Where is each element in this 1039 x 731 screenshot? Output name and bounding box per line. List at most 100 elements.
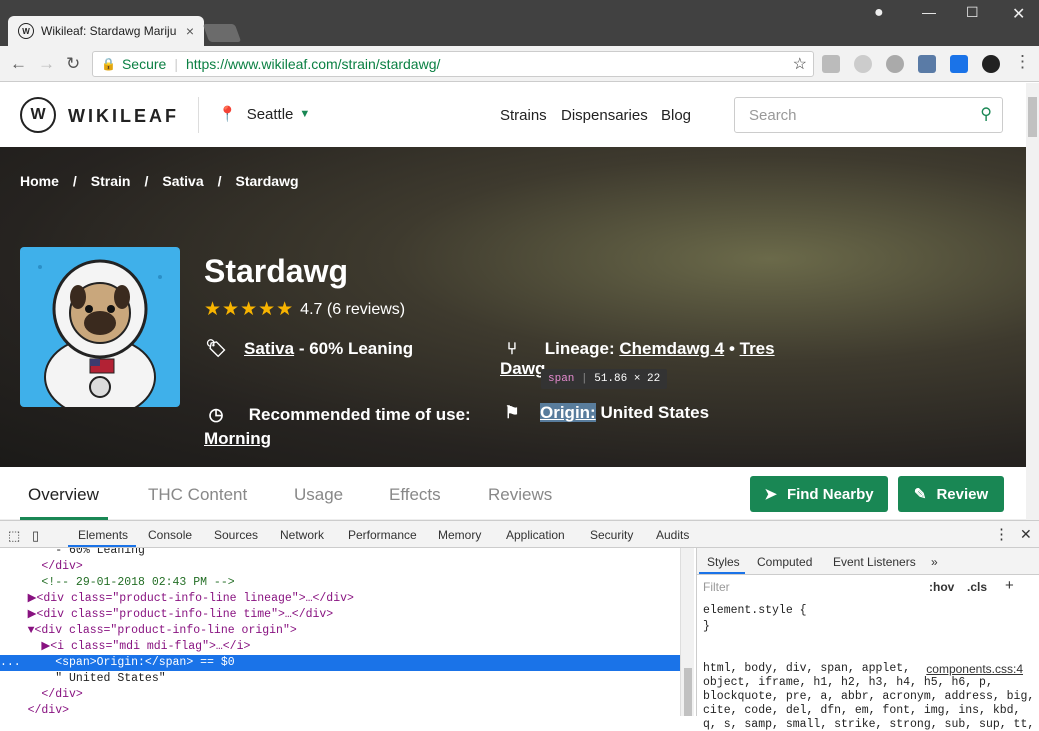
inspect-element-icon[interactable]: ⬚	[8, 528, 20, 544]
devtools-tab-network[interactable]: Network	[280, 528, 324, 542]
extension-j-icon[interactable]	[822, 55, 840, 73]
elements-scrollbar[interactable]	[680, 548, 694, 716]
dom-tree-line[interactable]: </div>	[0, 703, 680, 716]
devtools-close-icon[interactable]: ✕	[1020, 526, 1032, 543]
breadcrumb-strain[interactable]: Strain	[91, 173, 131, 189]
url-text[interactable]: https://www.wikileaf.com/strain/stardawg…	[186, 56, 440, 72]
time-of-use-label: Recommended time of use:	[248, 405, 471, 424]
logo-text[interactable]: WIKILEAF	[68, 106, 179, 127]
breadcrumb: Home / Strain / Sativa / Stardawg	[20, 173, 313, 189]
strain-rating[interactable]: ★★★★★ 4.7 (6 reviews)	[204, 298, 405, 321]
search-input[interactable]: Search ⚲	[734, 97, 1003, 133]
wikileaf-logo-icon[interactable]: W	[20, 97, 56, 133]
styles-filter-input[interactable]: Filter	[703, 580, 730, 594]
nav-strains[interactable]: Strains	[500, 107, 547, 124]
devtools-tab-audits[interactable]: Audits	[656, 528, 689, 542]
devtools-tab-security[interactable]: Security	[590, 528, 633, 542]
tab-title: Wikileaf: Stardawg Mariju	[41, 24, 177, 38]
minimize-icon[interactable]: —	[922, 4, 936, 20]
time-of-use-link[interactable]: Morning	[204, 429, 271, 448]
dom-tree-line[interactable]: ▶<div class="product-info-line lineage">…	[0, 591, 680, 607]
nav-dispensaries[interactable]: Dispensaries	[561, 107, 648, 124]
dom-tree-line[interactable]: " United States"	[0, 671, 680, 687]
close-window-icon[interactable]: ✕	[1012, 4, 1025, 24]
styles-tab-computed[interactable]: Computed	[757, 555, 812, 569]
dom-tree-line[interactable]: ▼<div class="product-info-line origin">	[0, 623, 680, 639]
dom-tree-line[interactable]: - 60% Leaning	[0, 548, 680, 559]
find-nearby-button[interactable]: ➤ Find Nearby	[750, 476, 888, 512]
css-selector-line: q, s, samp, small, strike, strong, sub, …	[703, 718, 1035, 731]
profile-icon[interactable]: ●	[874, 4, 884, 22]
location-label: Seattle	[246, 105, 294, 123]
address-bar[interactable]: 🔒 Secure | https://www.wikileaf.com/stra…	[92, 51, 814, 77]
elements-scrollbar-thumb[interactable]	[684, 668, 692, 716]
devtools-tab-console[interactable]: Console	[148, 528, 192, 542]
element-style-rule[interactable]: element.style {	[703, 604, 807, 617]
forward-icon[interactable]: →	[38, 54, 55, 74]
breadcrumb-current: Stardawg	[235, 173, 299, 189]
review-label: Review	[936, 485, 989, 503]
leaning-text: - 60% Leaning	[294, 339, 414, 358]
tab-thc-content[interactable]: THC Content	[148, 485, 247, 505]
selected-node-ellipsis[interactable]: ...	[0, 655, 21, 671]
css-source-link[interactable]: components.css:4	[926, 662, 1023, 676]
devtools-tab-application[interactable]: Application	[506, 528, 565, 542]
extension-grid-icon[interactable]	[950, 55, 968, 73]
site-header: W WIKILEAF 📍 Seattle ▼ Strains Dispensar…	[0, 83, 1026, 147]
location-selector[interactable]: 📍 Seattle ▼	[218, 105, 310, 124]
dom-tree-line[interactable]: <!-- 29-01-2018 02:43 PM -->	[0, 575, 680, 591]
extension-globe-icon[interactable]	[886, 55, 904, 73]
browser-tab[interactable]: W Wikileaf: Stardawg Mariju ×	[8, 16, 204, 46]
styles-tab-styles[interactable]: Styles	[707, 555, 740, 569]
devtools-tab-elements[interactable]: Elements	[78, 528, 128, 542]
search-icon[interactable]: ⚲	[980, 104, 992, 124]
dom-tree-line[interactable]: ▶<div class="product-info-line time">…</…	[0, 607, 680, 623]
back-icon[interactable]: ←	[10, 54, 27, 74]
new-tab-button[interactable]	[202, 24, 242, 42]
bookmark-star-icon[interactable]: ☆	[793, 54, 807, 74]
nav-blog[interactable]: Blog	[661, 107, 691, 124]
tab-usage[interactable]: Usage	[294, 485, 343, 505]
tab-reviews[interactable]: Reviews	[488, 485, 552, 505]
sativa-link[interactable]: Sativa	[244, 339, 294, 358]
device-toolbar-icon[interactable]: ▯	[32, 528, 39, 544]
devtools-tab-performance[interactable]: Performance	[348, 528, 417, 542]
tab-close-icon[interactable]: ×	[186, 23, 194, 39]
tab-effects[interactable]: Effects	[389, 485, 441, 505]
scrollbar-thumb[interactable]	[1028, 97, 1037, 137]
devtools-tab-sources[interactable]: Sources	[214, 528, 258, 542]
hov-toggle[interactable]: :hov	[929, 580, 954, 594]
origin-label[interactable]: Origin:	[540, 403, 596, 422]
extension-circle-icon[interactable]	[854, 55, 872, 73]
lineage-split-icon: ⑂	[506, 339, 518, 358]
selected-dom-node[interactable]: <span>Origin:</span> == $0	[0, 655, 680, 671]
dom-tree-line[interactable]: </div>	[0, 687, 680, 703]
dom-tree-line[interactable]: ▶<i class="mdi mdi-flag">…</i>	[0, 639, 680, 655]
tag-icon: 🏷	[205, 339, 227, 358]
styles-tab-event-listeners[interactable]: Event Listeners	[833, 555, 916, 569]
menu-kebab-icon[interactable]: ⋮	[1014, 52, 1031, 72]
extension-satellite-icon[interactable]	[918, 55, 936, 73]
new-style-rule-button[interactable]: +	[1005, 577, 1014, 594]
review-button[interactable]: ✎ Review	[898, 476, 1004, 512]
map-pin-icon: 📍	[218, 106, 237, 123]
strain-type-line: 🏷 Sativa - 60% Leaning	[204, 339, 413, 359]
lineage-link-chemdawg[interactable]: Chemdawg 4	[619, 339, 724, 358]
title-bar: W Wikileaf: Stardawg Mariju × ● — ☐ ✕	[0, 0, 1039, 46]
review-count[interactable]: (6 reviews)	[327, 301, 405, 319]
breadcrumb-sativa[interactable]: Sativa	[162, 173, 203, 189]
tab-overview[interactable]: Overview	[28, 485, 99, 505]
dom-tree-line[interactable]: </div>	[0, 559, 680, 575]
reload-icon[interactable]: ↻	[66, 54, 80, 74]
wikileaf-favicon-icon: W	[18, 23, 34, 39]
find-nearby-label: Find Nearby	[786, 485, 874, 503]
page-scrollbar[interactable]	[1026, 83, 1039, 520]
cls-toggle[interactable]: .cls	[967, 580, 987, 594]
extension-color-icon[interactable]	[982, 55, 1000, 73]
maximize-icon[interactable]: ☐	[966, 4, 979, 21]
styles-tab-more[interactable]: »	[931, 555, 938, 569]
devtools-tab-memory[interactable]: Memory	[438, 528, 481, 542]
breadcrumb-home[interactable]: Home	[20, 173, 59, 189]
devtools-menu-icon[interactable]: ⋮	[994, 525, 1009, 543]
css-selector-line: blockquote, pre, a, abbr, acronym, addre…	[703, 690, 1035, 703]
